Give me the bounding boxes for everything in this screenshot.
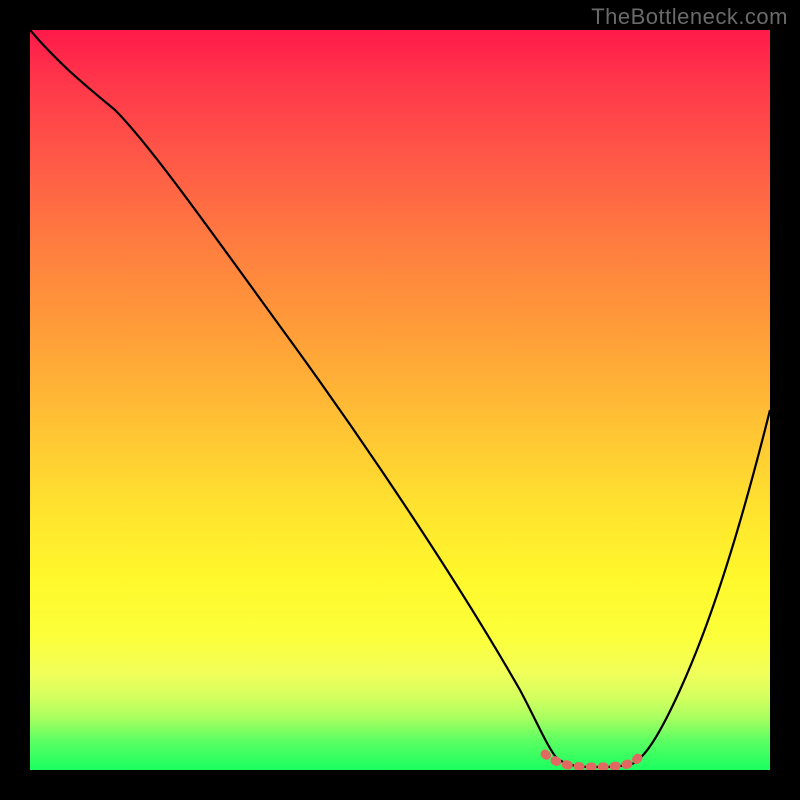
sweet-spot-highlight bbox=[545, 754, 640, 767]
curve-layer bbox=[30, 30, 770, 770]
chart-frame: TheBottleneck.com bbox=[0, 0, 800, 800]
bottleneck-curve bbox=[30, 30, 770, 767]
watermark-text: TheBottleneck.com bbox=[591, 4, 788, 30]
plot-area bbox=[30, 30, 770, 770]
